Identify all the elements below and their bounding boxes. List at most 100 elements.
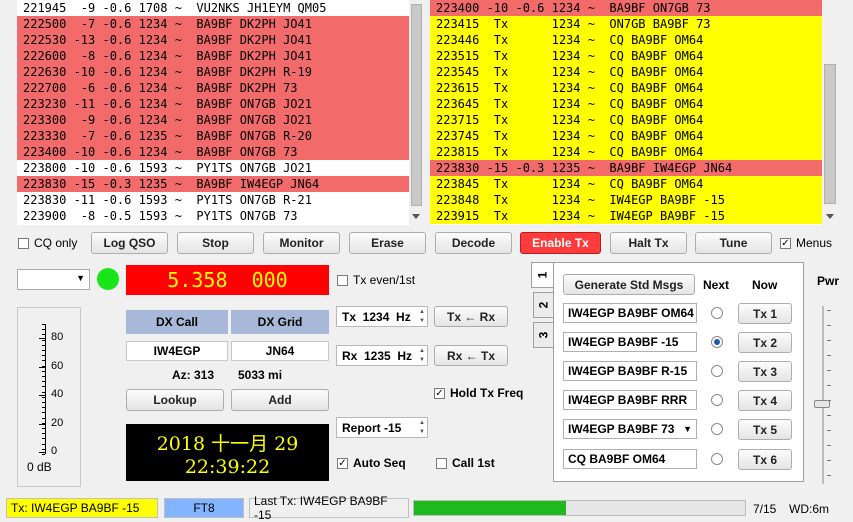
slider-handle[interactable] [814,400,830,408]
tx-message-field-1[interactable]: IW4EGP BA9BF OM64 [563,303,697,323]
decode-row[interactable]: 223330 -7 -0.6 1235 ~ BA9BF ON7GB R-20 [17,128,409,144]
band-select[interactable]: ▼ [17,269,90,290]
dx-call-field[interactable]: IW4EGP [126,341,228,361]
decode-row[interactable]: 223830 -11 -0.6 1593 ~ PY1TS ON7GB R-21 [17,192,409,208]
monitor-button[interactable]: Monitor [263,232,340,254]
decode-row[interactable]: 223800 -10 -0.6 1593 ~ PY1TS ON7GB JO21 [17,160,409,176]
decode-row[interactable]: 223400 -10 -0.6 1234 ~ BA9BF ON7GB 73 [430,0,822,16]
decode-row[interactable]: 223615 Tx 1234 ~ CQ BA9BF OM64 [430,80,822,96]
tx-message-field-6[interactable]: CQ BA9BF OM64 [563,449,697,469]
enable-tx-button[interactable]: Enable Tx [520,232,601,254]
tx-3-button[interactable]: Tx 3 [738,361,792,382]
power-slider[interactable] [814,306,832,484]
decode-row[interactable]: 223230 -11 -0.6 1234 ~ BA9BF ON7GB JO21 [17,96,409,112]
decode-row[interactable]: 223745 Tx 1234 ~ CQ BA9BF OM64 [430,128,822,144]
next-radio-5[interactable] [711,423,723,435]
decode-row[interactable]: 223300 -9 -0.6 1234 ~ BA9BF ON7GB JO21 [17,112,409,128]
decode-row[interactable]: 223815 Tx 1234 ~ CQ BA9BF OM64 [430,144,822,160]
spin-down-icon[interactable]: ▼ [418,428,426,436]
azimuth: Az: 313 [172,368,215,382]
erase-button[interactable]: Erase [349,232,426,254]
tx-from-rx-button[interactable]: Tx ← Rx [434,306,508,327]
next-radio-3[interactable] [711,365,723,377]
decode-row[interactable]: 223915 Tx 1234 ~ IW4EGP BA9BF -15 [430,208,822,224]
decode-row[interactable]: 221945 -9 -0.6 1708 ~ VU2NKS JH1EYM QM05 [17,0,409,16]
decode-row[interactable]: 222530 -13 -0.6 1234 ~ BA9BF DK2PH JO41 [17,32,409,48]
cq-only-checkbox[interactable]: CQ only [18,236,77,250]
spin-up-icon[interactable]: ▲ [418,419,426,427]
menus-checkbox[interactable]: ✓ Menus [780,236,832,250]
tab-1[interactable]: 1 [531,262,553,288]
halt-tx-button[interactable]: Halt Tx [610,232,687,254]
next-radio-6[interactable] [711,453,723,465]
dx-grid-field[interactable]: JN64 [231,341,329,361]
spin-down-icon[interactable]: ▼ [418,317,426,325]
rx-frequency-scroll-thumb[interactable] [824,64,836,204]
auto-seq-checkbox[interactable]: ✓ Auto Seq [337,456,406,470]
next-radio-2[interactable] [711,336,723,348]
hold-tx-freq-checkbox[interactable]: ✓ Hold Tx Freq [434,386,523,400]
band-activity-scrollbar[interactable] [409,0,423,225]
tx-1-button[interactable]: Tx 1 [738,303,792,324]
checkbox-box[interactable] [436,457,447,469]
decode-row[interactable]: 223415 Tx 1234 ~ ON7GB BA9BF 73 [430,16,822,32]
lookup-button[interactable]: Lookup [126,389,224,411]
decode-row[interactable]: 223515 Tx 1234 ~ CQ BA9BF OM64 [430,48,822,64]
status-indicator-icon [97,268,119,290]
tx-message-field-5[interactable]: IW4EGP BA9BF 73 ▼ [563,419,697,439]
tx-2-button[interactable]: Tx 2 [738,332,792,353]
checkbox-box[interactable] [18,237,29,249]
decode-row[interactable]: 222700 -6 -0.6 1234 ~ BA9BF DK2PH 73 [17,80,409,96]
checkbox-box-checked[interactable]: ✓ [780,237,791,249]
decode-row[interactable]: 223848 Tx 1234 ~ IW4EGP BA9BF -15 [430,192,822,208]
call-1st-checkbox[interactable]: Call 1st [436,456,495,470]
tab-2[interactable]: 2 [533,292,553,318]
rx-frequency-scrollbar[interactable] [822,0,838,225]
report-spinbox[interactable]: Report -15 ▲ ▼ [336,417,428,438]
checkbox-box-checked[interactable]: ✓ [337,457,348,469]
rx-frequency-spinbox[interactable]: Rx 1235 Hz ▲ ▼ [336,345,428,366]
next-radio-4[interactable] [711,394,723,406]
checkbox-box-checked[interactable]: ✓ [434,387,445,399]
decode-row[interactable]: 223715 Tx 1234 ~ CQ BA9BF OM64 [430,112,822,128]
decode-row[interactable]: 223545 Tx 1234 ~ CQ BA9BF OM64 [430,64,822,80]
tx-message-field-3[interactable]: IW4EGP BA9BF R-15 [563,361,697,381]
next-radio-1[interactable] [711,307,723,319]
decode-row[interactable]: 223830 -15 -0.3 1235 ~ BA9BF IW4EGP JN64 [17,176,409,192]
generate-std-msgs-button[interactable]: Generate Std Msgs [563,274,695,295]
tx-6-button[interactable]: Tx 6 [738,449,792,470]
decode-row[interactable]: 223830 -15 -0.3 1235 ~ BA9BF IW4EGP JN64 [430,160,822,176]
rx-frequency-pane[interactable]: 223400 -10 -0.6 1234 ~ BA9BF ON7GB 73 223… [430,0,822,225]
decode-row[interactable]: 223446 Tx 1234 ~ CQ BA9BF OM64 [430,32,822,48]
stop-button[interactable]: Stop [177,232,254,254]
band-activity-scroll-thumb[interactable] [411,4,422,206]
meter-minor-tick [42,324,45,325]
log-qso-button[interactable]: Log QSO [91,232,168,254]
rx-from-tx-button[interactable]: Rx ← Tx [434,345,508,366]
scroll-down-arrow-icon[interactable] [412,214,420,219]
tx-even-checkbox[interactable]: Tx even/1st [337,273,415,287]
spin-down-icon[interactable]: ▼ [418,356,426,364]
tab-3[interactable]: 3 [533,322,553,348]
tx-message-field-2[interactable]: IW4EGP BA9BF -15 [563,332,697,352]
tx-message-field-4[interactable]: IW4EGP BA9BF RRR [563,390,697,410]
decode-row[interactable]: 223645 Tx 1234 ~ CQ BA9BF OM64 [430,96,822,112]
spin-up-icon[interactable]: ▲ [418,308,426,316]
chevron-down-icon[interactable]: ▼ [683,424,692,434]
tune-button[interactable]: Tune [695,232,772,254]
add-button[interactable]: Add [231,389,329,411]
band-activity-pane[interactable]: 221945 -9 -0.6 1708 ~ VU2NKS JH1EYM QM05… [17,0,409,225]
spin-up-icon[interactable]: ▲ [418,347,426,355]
decode-row[interactable]: 223400 -10 -0.6 1234 ~ BA9BF ON7GB 73 [17,144,409,160]
decode-row[interactable]: 222630 -10 -0.6 1234 ~ BA9BF DK2PH R-19 [17,64,409,80]
tx-frequency-spinbox[interactable]: Tx 1234 Hz ▲ ▼ [336,306,428,327]
tx-4-button[interactable]: Tx 4 [738,390,792,411]
tx-5-button[interactable]: Tx 5 [738,419,792,440]
decode-row[interactable]: 223900 -8 -0.5 1593 ~ PY1TS ON7GB 73 [17,208,409,224]
decode-button[interactable]: Decode [435,232,512,254]
checkbox-box[interactable] [337,274,348,286]
decode-row[interactable]: 222600 -8 -0.6 1234 ~ BA9BF DK2PH JO41 [17,48,409,64]
scroll-down-arrow-icon[interactable] [826,214,834,219]
decode-row[interactable]: 222500 -7 -0.6 1234 ~ BA9BF DK2PH JO41 [17,16,409,32]
decode-row[interactable]: 223845 Tx 1234 ~ CQ BA9BF OM64 [430,176,822,192]
